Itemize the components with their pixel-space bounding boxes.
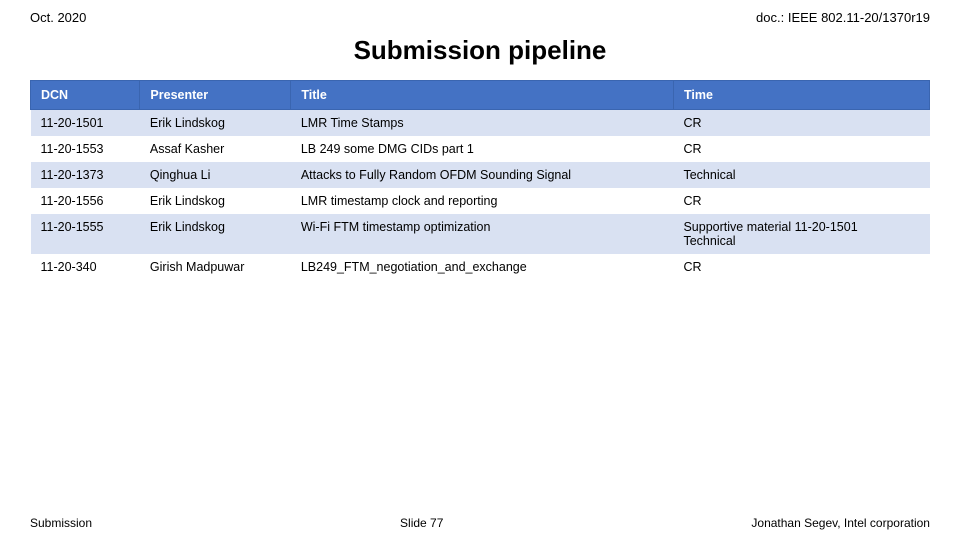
table-row: 11-20-340Girish MadpuwarLB249_FTM_negoti… — [31, 254, 930, 280]
cell-title: LB249_FTM_negotiation_and_exchange — [291, 254, 674, 280]
cell-title: LMR timestamp clock and reporting — [291, 188, 674, 214]
cell-time: Supportive material 11-20-1501Technical — [673, 214, 929, 254]
cell-dcn: 11-20-340 — [31, 254, 140, 280]
page: Oct. 2020 doc.: IEEE 802.11-20/1370r19 S… — [0, 0, 960, 540]
table-row: 11-20-1501Erik LindskogLMR Time StampsCR — [31, 110, 930, 137]
cell-presenter: Girish Madpuwar — [140, 254, 291, 280]
table-row: 11-20-1556Erik LindskogLMR timestamp clo… — [31, 188, 930, 214]
col-title: Title — [291, 81, 674, 110]
footer-left: Submission — [30, 516, 92, 530]
cell-title: Wi-Fi FTM timestamp optimization — [291, 214, 674, 254]
col-presenter: Presenter — [140, 81, 291, 110]
footer-center: Slide 77 — [400, 516, 443, 530]
table-row: 11-20-1373Qinghua LiAttacks to Fully Ran… — [31, 162, 930, 188]
col-dcn: DCN — [31, 81, 140, 110]
cell-presenter: Qinghua Li — [140, 162, 291, 188]
table-container: DCN Presenter Title Time 11-20-1501Erik … — [0, 80, 960, 280]
cell-time: CR — [673, 254, 929, 280]
cell-title: Attacks to Fully Random OFDM Sounding Si… — [291, 162, 674, 188]
table-row: 11-20-1555Erik LindskogWi-Fi FTM timesta… — [31, 214, 930, 254]
header-left: Oct. 2020 — [30, 10, 86, 25]
cell-title: LMR Time Stamps — [291, 110, 674, 137]
cell-time: CR — [673, 110, 929, 137]
cell-presenter: Assaf Kasher — [140, 136, 291, 162]
cell-title: LB 249 some DMG CIDs part 1 — [291, 136, 674, 162]
submission-table: DCN Presenter Title Time 11-20-1501Erik … — [30, 80, 930, 280]
col-time: Time — [673, 81, 929, 110]
cell-dcn: 11-20-1373 — [31, 162, 140, 188]
cell-time: CR — [673, 136, 929, 162]
cell-presenter: Erik Lindskog — [140, 214, 291, 254]
cell-dcn: 11-20-1501 — [31, 110, 140, 137]
header: Oct. 2020 doc.: IEEE 802.11-20/1370r19 — [0, 0, 960, 29]
cell-time: CR — [673, 188, 929, 214]
cell-presenter: Erik Lindskog — [140, 110, 291, 137]
header-right: doc.: IEEE 802.11-20/1370r19 — [756, 10, 930, 25]
table-row: 11-20-1553Assaf KasherLB 249 some DMG CI… — [31, 136, 930, 162]
page-title: Submission pipeline — [0, 29, 960, 80]
cell-dcn: 11-20-1556 — [31, 188, 140, 214]
cell-time: Technical — [673, 162, 929, 188]
cell-dcn: 11-20-1555 — [31, 214, 140, 254]
cell-dcn: 11-20-1553 — [31, 136, 140, 162]
footer-right: Jonathan Segev, Intel corporation — [751, 516, 930, 530]
cell-presenter: Erik Lindskog — [140, 188, 291, 214]
footer: Submission Slide 77 Jonathan Segev, Inte… — [0, 506, 960, 540]
table-header-row: DCN Presenter Title Time — [31, 81, 930, 110]
